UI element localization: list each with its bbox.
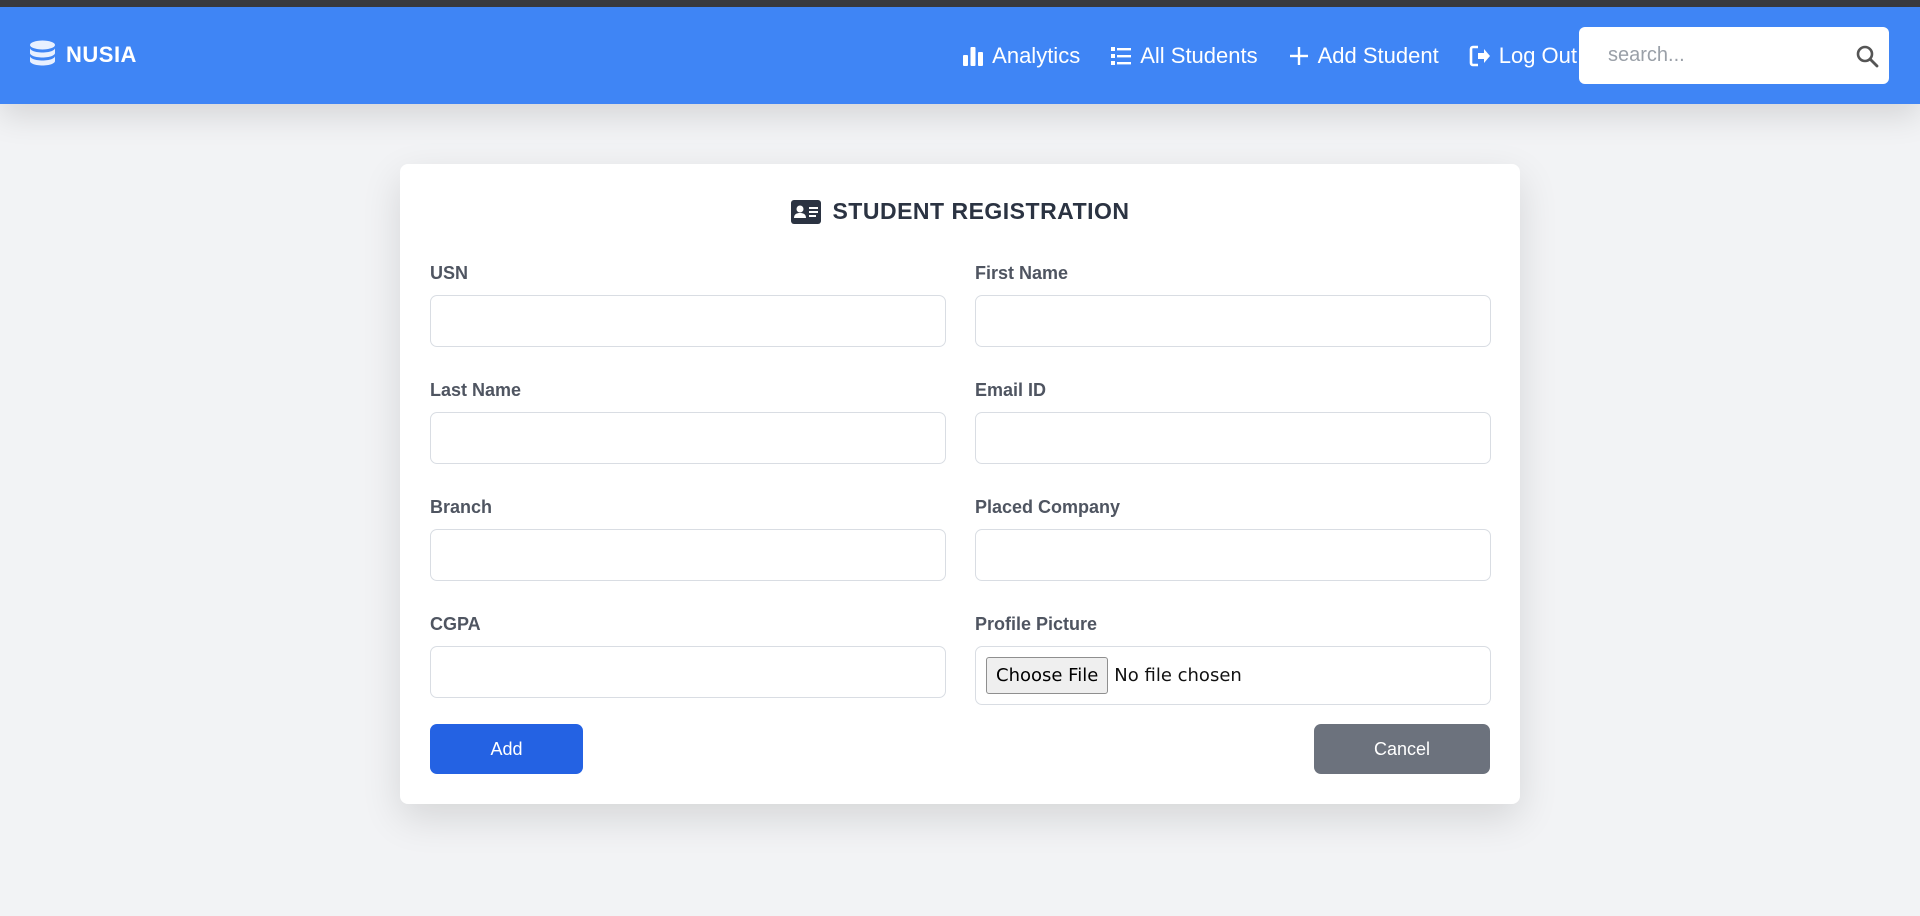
logout-icon bbox=[1469, 45, 1490, 66]
bar-chart-icon bbox=[963, 46, 984, 66]
navbar: NUSIA Analytics All Students Add Student… bbox=[0, 7, 1920, 104]
plus-icon bbox=[1289, 46, 1308, 65]
file-input: Choose File No file chosen bbox=[975, 646, 1491, 705]
choose-file-button[interactable]: Choose File bbox=[986, 657, 1109, 694]
placed-company-input[interactable] bbox=[975, 529, 1491, 581]
cgpa-input[interactable] bbox=[430, 646, 946, 698]
last-name-label: Last Name bbox=[430, 380, 522, 400]
nav-add-student-link[interactable]: Add Student bbox=[1288, 43, 1439, 69]
profile-picture-label: Profile Picture bbox=[975, 614, 1098, 634]
brand[interactable]: NUSIA bbox=[29, 40, 137, 70]
first-name-label: First Name bbox=[975, 263, 1069, 283]
search-box bbox=[1579, 27, 1889, 84]
branch-field: Branch bbox=[430, 497, 946, 581]
email-label: Email ID bbox=[975, 380, 1047, 400]
email-input[interactable] bbox=[975, 412, 1491, 464]
placed-company-field: Placed Company bbox=[975, 497, 1491, 581]
first-name-input[interactable] bbox=[975, 295, 1491, 347]
nav-logout-label: Log Out bbox=[1498, 42, 1577, 68]
branch-input[interactable] bbox=[430, 529, 946, 581]
form-heading: STUDENT REGISTRATION bbox=[400, 198, 1520, 225]
registration-card: STUDENT REGISTRATION USN First Name Last… bbox=[400, 164, 1520, 804]
search-icon[interactable] bbox=[1855, 44, 1879, 68]
branch-label: Branch bbox=[430, 497, 493, 517]
file-status-text: No file chosen bbox=[1114, 665, 1242, 686]
nav-analytics-label: Analytics bbox=[992, 42, 1081, 68]
first-name-field: First Name bbox=[975, 263, 1491, 347]
usn-input[interactable] bbox=[430, 295, 946, 347]
last-name-field: Last Name bbox=[430, 380, 946, 464]
nav-links: Analytics All Students Add Student Log O… bbox=[962, 7, 1577, 104]
add-button[interactable]: Add bbox=[430, 724, 583, 774]
nav-logout-link[interactable]: Log Out bbox=[1469, 43, 1577, 69]
nav-add-student-label: Add Student bbox=[1317, 42, 1439, 68]
search-input[interactable] bbox=[1579, 27, 1829, 84]
profile-picture-field: Profile Picture Choose File No file chos… bbox=[975, 614, 1491, 705]
list-icon bbox=[1111, 46, 1132, 65]
cgpa-label: CGPA bbox=[430, 614, 481, 634]
form-title: STUDENT REGISTRATION bbox=[832, 198, 1130, 224]
id-card-icon bbox=[791, 199, 822, 224]
placed-company-label: Placed Company bbox=[975, 497, 1121, 517]
window-top-strip bbox=[0, 0, 1920, 7]
email-field: Email ID bbox=[975, 380, 1491, 464]
usn-label: USN bbox=[430, 263, 469, 283]
nav-all-students-link[interactable]: All Students bbox=[1110, 42, 1258, 69]
usn-field: USN bbox=[430, 263, 946, 347]
nav-all-students-label: All Students bbox=[1140, 42, 1258, 68]
brand-name: NUSIA bbox=[66, 42, 137, 67]
nav-analytics-link[interactable]: Analytics bbox=[962, 43, 1080, 69]
cgpa-field: CGPA bbox=[430, 614, 946, 698]
cancel-button[interactable]: Cancel bbox=[1314, 724, 1490, 774]
last-name-input[interactable] bbox=[430, 412, 946, 464]
database-icon bbox=[30, 40, 55, 66]
